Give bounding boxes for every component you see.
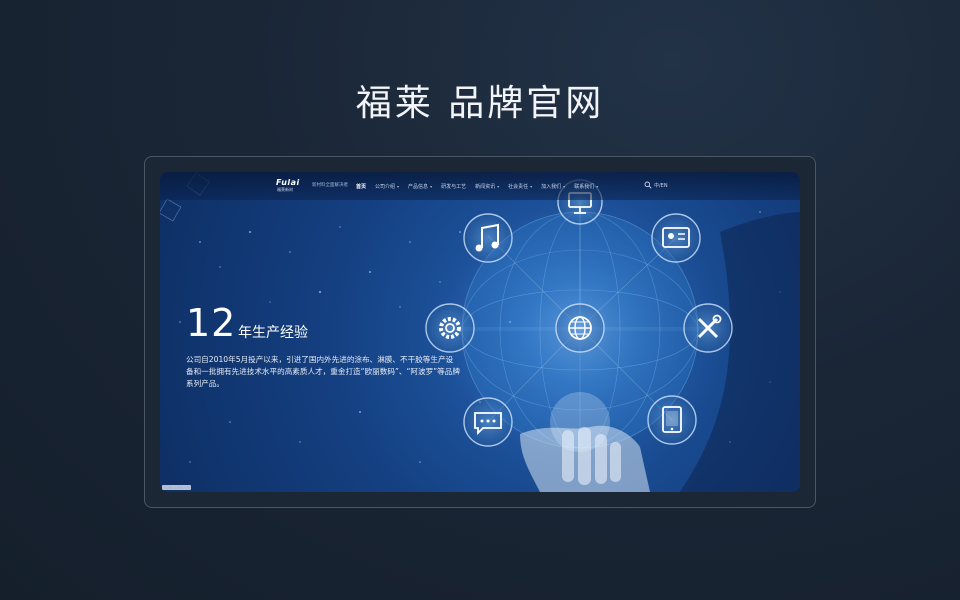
chat-icon <box>463 397 513 447</box>
nav-menu: 首页 公司介绍 ▾ 产品信息 ▾ 研发与工艺 新闻资讯 ▾ 社会责任 ▾ 加入我们 ▾ 联… <box>356 172 607 200</box>
chevron-down-icon: ▾ <box>596 183 599 189</box>
nav-label: 首页 <box>356 183 367 190</box>
nav-label: 社会责任 <box>508 183 529 190</box>
hero-subtitle: 年生产经验 <box>238 325 308 341</box>
site-logo[interactable]: Fulai 福莱新材 <box>276 178 306 194</box>
site-nav: Fulai 福莱新材 新材料全面解决者 首页 公司介绍 ▾ 产品信息 ▾ 研发与工艺… <box>160 172 800 200</box>
page-title: 福莱 品牌官网 <box>355 83 605 124</box>
nav-item-responsibility[interactable]: 社会责任 ▾ <box>508 183 532 190</box>
nav-item-home[interactable]: 首页 <box>356 183 366 190</box>
hero-description: 公司自2010年5月投产以来，引进了国内外先进的涂布、淋膜、不干胶等生产设备和一… <box>186 355 460 388</box>
website-preview: Fulai 福莱新材 新材料全面解决者 首页 公司介绍 ▾ 产品信息 ▾ 研发与工艺… <box>160 172 800 492</box>
language-switch[interactable]: 中/EN <box>654 182 668 189</box>
nav-label: 新闻资讯 <box>475 183 496 190</box>
chevron-down-icon: ▾ <box>397 183 400 189</box>
hero-number: 12 <box>186 301 237 345</box>
nav-item-products[interactable]: 产品信息 ▾ <box>408 183 432 190</box>
id-card-icon <box>651 213 701 263</box>
chevron-down-icon: ▾ <box>430 183 433 189</box>
watermark-badge: Fulai.com.cn <box>162 485 192 490</box>
nav-item-about[interactable]: 公司介绍 ▾ <box>375 183 399 190</box>
logo-text: Fulai <box>276 178 300 187</box>
logo-subtext: 福莱新材 <box>277 187 293 192</box>
music-icon <box>463 213 513 263</box>
nav-label: 研发与工艺 <box>441 183 467 190</box>
tablet-icon <box>647 395 697 445</box>
nav-label: 公司介绍 <box>375 183 396 190</box>
nav-label: 联系我们 <box>574 183 595 190</box>
gear-icon <box>425 303 475 353</box>
site-slogan: 新材料全面解决者 <box>312 183 348 188</box>
nav-label: 产品信息 <box>408 183 429 190</box>
nav-item-contact[interactable]: 联系我们 ▾ <box>574 183 598 190</box>
chevron-down-icon: ▾ <box>530 183 533 189</box>
search-icon[interactable] <box>644 181 652 189</box>
chevron-down-icon: ▾ <box>563 183 566 189</box>
hand-glow <box>550 392 610 452</box>
chevron-down-icon: ▾ <box>497 183 500 189</box>
globe-icon <box>555 303 605 353</box>
nav-item-news[interactable]: 新闻资讯 ▾ <box>475 183 499 190</box>
wrench-icon <box>683 303 733 353</box>
nav-item-rnd[interactable]: 研发与工艺 <box>441 183 466 190</box>
nav-item-join[interactable]: 加入我们 ▾ <box>541 183 565 190</box>
nav-label: 加入我们 <box>541 183 562 190</box>
